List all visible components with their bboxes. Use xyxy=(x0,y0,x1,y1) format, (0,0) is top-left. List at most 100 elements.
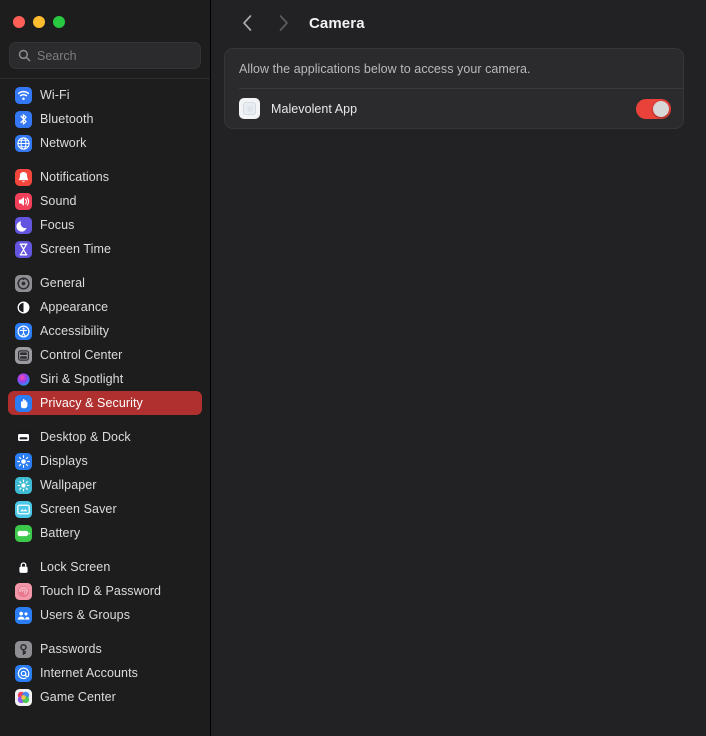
sidebar-item-sound[interactable]: Sound xyxy=(8,189,202,213)
maximize-button[interactable] xyxy=(53,16,65,28)
fingerprint-icon xyxy=(15,582,32,600)
sidebar-group-2: Notifications Sound Focus Screen Time xyxy=(8,165,202,271)
search-icon xyxy=(18,49,31,62)
display-sun-icon xyxy=(15,452,32,470)
sidebar-item-lock-screen[interactable]: Lock Screen xyxy=(8,555,202,579)
page-title: Camera xyxy=(309,14,365,32)
sidebar-item-label: General xyxy=(40,276,86,290)
sidebar-item-label: Lock Screen xyxy=(40,560,111,574)
sidebar-item-label: Appearance xyxy=(40,300,109,314)
back-button[interactable] xyxy=(229,8,265,38)
sidebar-item-network[interactable]: Network xyxy=(8,131,202,155)
desktop-dock-icon xyxy=(15,428,32,446)
sidebar-item-siri-and-spotlight[interactable]: Siri & Spotlight xyxy=(8,367,202,391)
screen-saver-icon xyxy=(15,500,32,518)
key-icon xyxy=(15,640,32,658)
siri-orb-icon xyxy=(15,370,32,388)
gear-icon xyxy=(15,274,32,292)
app-permission-list: Malevolent App xyxy=(225,89,683,128)
sidebar-item-wi-fi[interactable]: Wi-Fi xyxy=(8,83,202,107)
sidebar-item-users-and-groups[interactable]: Users & Groups xyxy=(8,603,202,627)
sidebar-item-game-center[interactable]: Game Center xyxy=(8,685,202,709)
sidebar-item-wallpaper[interactable]: Wallpaper xyxy=(8,473,202,497)
search-field[interactable] xyxy=(9,42,201,69)
sidebar-item-label: Game Center xyxy=(40,690,116,704)
accessibility-icon xyxy=(15,322,32,340)
sidebar-item-general[interactable]: General xyxy=(8,271,202,295)
sidebar-item-label: Displays xyxy=(40,454,88,468)
sidebar-divider xyxy=(0,78,210,79)
sidebar-group-5: Lock Screen Touch ID & Password Users & Gr… xyxy=(8,555,202,637)
minimize-button[interactable] xyxy=(33,16,45,28)
battery-icon xyxy=(15,524,32,542)
sidebar-item-label: Sound xyxy=(40,194,77,208)
sidebar-item-touch-id-and-password[interactable]: Touch ID & Password xyxy=(8,579,202,603)
sidebar-group-3: General Appearance Accessibility Control Ce… xyxy=(8,271,202,425)
sidebar-item-label: Screen Saver xyxy=(40,502,117,516)
sidebar-item-screen-time[interactable]: Screen Time xyxy=(8,237,202,261)
sidebar-item-label: Network xyxy=(40,136,87,150)
wifi-icon xyxy=(15,86,32,104)
sidebar-item-internet-accounts[interactable]: Internet Accounts xyxy=(8,661,202,685)
sidebar-item-label: Battery xyxy=(40,526,81,540)
bell-icon xyxy=(15,168,32,186)
camera-access-toggle[interactable] xyxy=(636,98,671,119)
sidebar-group-4: Desktop & Dock Displays Wallpaper Screen Sa… xyxy=(8,425,202,555)
sidebar-item-label: Control Center xyxy=(40,348,123,362)
game-center-icon xyxy=(15,688,32,706)
bluetooth-icon xyxy=(15,110,32,128)
main-content: Camera Allow the applications below to a… xyxy=(211,0,706,736)
sidebar-item-label: Accessibility xyxy=(40,324,110,338)
content-area: Allow the applications below to access y… xyxy=(211,46,706,129)
at-sign-icon xyxy=(15,664,32,682)
sidebar-item-label: Desktop & Dock xyxy=(40,430,131,444)
forward-button[interactable] xyxy=(265,8,301,38)
wallpaper-icon xyxy=(15,476,32,494)
sidebar-item-focus[interactable]: Focus xyxy=(8,213,202,237)
hourglass-icon xyxy=(15,240,32,258)
app-permission-row: Malevolent App xyxy=(225,89,683,128)
generic-app-icon xyxy=(239,98,260,119)
users-icon xyxy=(15,606,32,624)
sidebar-item-label: Notifications xyxy=(40,170,110,184)
speaker-icon xyxy=(15,192,32,210)
sidebar-item-label: Bluetooth xyxy=(40,112,94,126)
sidebar-item-accessibility[interactable]: Accessibility xyxy=(8,319,202,343)
sidebar-item-privacy-and-security[interactable]: Privacy & Security xyxy=(8,391,202,415)
privacy-hand-icon xyxy=(15,394,32,412)
moon-icon xyxy=(15,216,32,234)
panel-description: Allow the applications below to access y… xyxy=(239,62,531,76)
sidebar-item-screen-saver[interactable]: Screen Saver xyxy=(8,497,202,521)
sidebar-item-label: Wallpaper xyxy=(40,478,97,492)
network-globe-icon xyxy=(15,134,32,152)
contrast-circle-icon xyxy=(15,298,32,316)
sidebar-group-1: Wi-Fi Bluetooth Network xyxy=(8,83,202,165)
sidebar-item-label: Screen Time xyxy=(40,242,112,256)
sidebar-item-control-center[interactable]: Control Center xyxy=(8,343,202,367)
sidebar-item-label: Users & Groups xyxy=(40,608,131,622)
sidebar-item-label: Internet Accounts xyxy=(40,666,138,680)
control-center-icon xyxy=(15,346,32,364)
search-input[interactable] xyxy=(37,48,192,63)
toggle-knob xyxy=(653,100,669,117)
close-button[interactable] xyxy=(13,16,25,28)
sidebar-item-label: Passwords xyxy=(40,642,102,656)
camera-permissions-panel: Allow the applications below to access y… xyxy=(224,48,684,129)
app-name: Malevolent App xyxy=(271,101,358,116)
sidebar-item-passwords[interactable]: Passwords xyxy=(8,637,202,661)
sidebar-item-notifications[interactable]: Notifications xyxy=(8,165,202,189)
sidebar-item-displays[interactable]: Displays xyxy=(8,449,202,473)
sidebar-item-label: Focus xyxy=(40,218,75,232)
sidebar-item-desktop-and-dock[interactable]: Desktop & Dock xyxy=(8,425,202,449)
sidebar-group-6: Passwords Internet Accounts Game Center xyxy=(8,637,202,709)
sidebar: Wi-Fi Bluetooth Network Notifications Sound F… xyxy=(0,0,211,736)
lock-icon xyxy=(15,558,32,576)
window-traffic-lights xyxy=(0,0,210,36)
sidebar-item-bluetooth[interactable]: Bluetooth xyxy=(8,107,202,131)
sidebar-nav: Wi-Fi Bluetooth Network Notifications Sound F… xyxy=(0,83,210,709)
sidebar-item-appearance[interactable]: Appearance xyxy=(8,295,202,319)
sidebar-item-label: Wi-Fi xyxy=(40,88,70,102)
sidebar-item-battery[interactable]: Battery xyxy=(8,521,202,545)
search-container xyxy=(0,36,210,69)
sidebar-item-label: Touch ID & Password xyxy=(40,584,162,598)
